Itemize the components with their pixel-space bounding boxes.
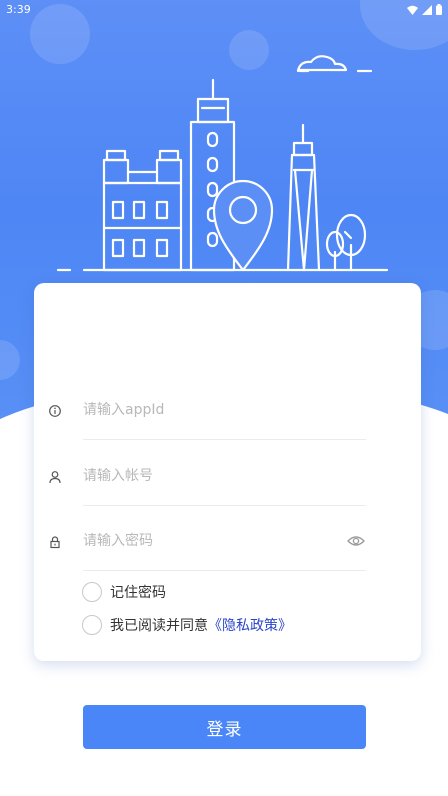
info-circle-icon	[49, 405, 61, 417]
city-illustration	[56, 55, 389, 272]
eye-icon[interactable]	[347, 533, 365, 549]
lock-icon	[50, 536, 60, 549]
field-divider	[83, 505, 366, 506]
password-field	[34, 517, 421, 583]
agree-policy-label: 我已阅读并同意	[110, 618, 208, 634]
remember-password-label: 记住密码	[110, 585, 166, 601]
login-button[interactable]: 登录	[83, 705, 366, 749]
account-input[interactable]	[83, 460, 369, 492]
login-card: 记住密码 我已阅读并同意 《隐私政策》	[34, 283, 421, 661]
appid-field	[34, 386, 421, 452]
privacy-policy-link[interactable]: 《隐私政策》	[208, 615, 292, 635]
agree-policy-row[interactable]: 我已阅读并同意 《隐私政策》	[82, 614, 292, 636]
password-input[interactable]	[83, 525, 369, 557]
user-icon	[49, 471, 61, 484]
agree-policy-radio[interactable]	[82, 615, 102, 635]
field-divider	[83, 439, 366, 440]
appid-input[interactable]	[83, 394, 369, 426]
field-divider	[83, 570, 366, 571]
remember-password-radio[interactable]	[82, 582, 102, 602]
account-field	[34, 452, 421, 518]
remember-password-row[interactable]: 记住密码	[82, 581, 166, 603]
decor-bubble	[0, 340, 20, 380]
